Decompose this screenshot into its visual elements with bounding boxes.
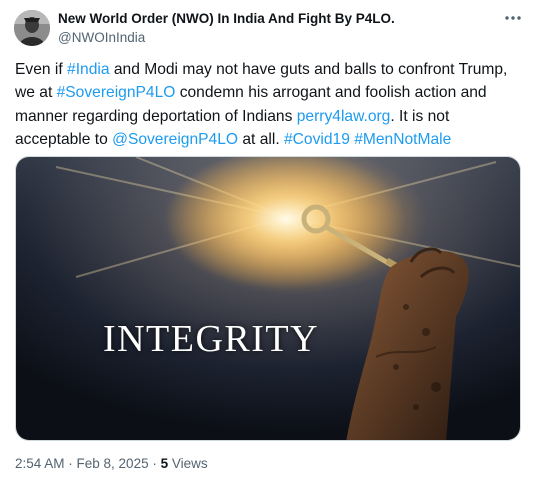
tweet-date[interactable]: Feb 8, 2025 — [77, 456, 149, 471]
profile-avatar-icon — [14, 10, 50, 46]
tweet-time[interactable]: 2:54 AM — [15, 456, 65, 471]
tweet-meta: 2:54 AM · Feb 8, 2025 · 5 Views — [15, 456, 208, 471]
hashtag-link[interactable]: #India — [67, 61, 110, 78]
author-display-name[interactable]: New World Order (NWO) In India And Fight… — [58, 11, 395, 26]
meta-separator: · — [64, 456, 77, 471]
tweet-text-segment: Even if — [15, 61, 68, 78]
tweet-media-image[interactable]: INTEGRITY — [15, 156, 521, 441]
hashtag-link[interactable]: #MenNotMale — [354, 131, 451, 148]
avatar[interactable] — [14, 10, 50, 46]
tweet-text-segment: at all. — [238, 130, 284, 148]
url-link[interactable]: perry4law.org — [297, 108, 391, 125]
media-caption-text: INTEGRITY — [102, 318, 320, 360]
hashtag-link[interactable]: #SovereignP4LO — [57, 84, 176, 101]
views-count: 5 — [160, 456, 169, 471]
tweet-card: New World Order (NWO) In India And Fight… — [0, 0, 535, 478]
tweet-text: Even if #India and Modi may not have gut… — [15, 58, 520, 151]
more-options-button[interactable] — [500, 8, 526, 28]
author-handle[interactable]: @NWOInIndia — [58, 30, 145, 45]
mention-link[interactable]: @SovereignP4LO — [112, 131, 238, 148]
more-horizontal-icon — [505, 16, 521, 20]
key-in-hand-image — [16, 157, 520, 440]
views-label: Views — [168, 456, 208, 471]
hashtag-link[interactable]: #Covid19 — [284, 131, 350, 148]
meta-separator: · — [148, 456, 161, 471]
